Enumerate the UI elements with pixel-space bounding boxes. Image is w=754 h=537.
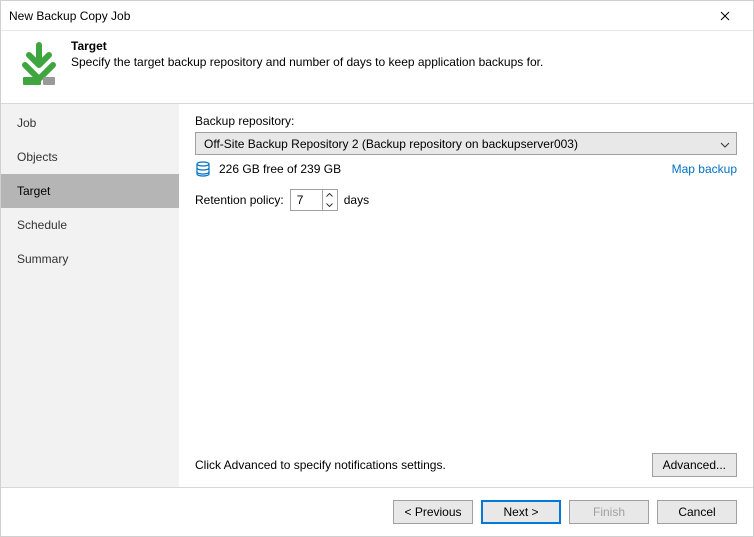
main-panel: Backup repository: Off-Site Backup Repos… <box>179 104 753 487</box>
sidebar-item-job[interactable]: Job <box>1 106 179 140</box>
chevron-up-icon <box>326 193 333 197</box>
repo-dropdown[interactable]: Off-Site Backup Repository 2 (Backup rep… <box>195 132 737 155</box>
chevron-down-icon <box>326 203 333 207</box>
content-area: Job Objects Target Schedule Summary Back… <box>1 103 753 487</box>
chevron-down-icon <box>720 137 730 151</box>
header-banner: Target Specify the target backup reposit… <box>1 31 753 103</box>
disk-stack-icon <box>195 161 211 177</box>
header-text: Target Specify the target backup reposit… <box>71 39 739 69</box>
sidebar-item-target[interactable]: Target <box>1 174 179 208</box>
sidebar-item-summary[interactable]: Summary <box>1 242 179 276</box>
close-button[interactable] <box>705 2 745 30</box>
free-space-text: 226 GB free of 239 GB <box>219 162 672 176</box>
titlebar: New Backup Copy Job <box>1 1 753 31</box>
map-backup-link[interactable]: Map backup <box>672 162 737 176</box>
spinner-up-button[interactable] <box>323 190 337 200</box>
wizard-footer: < Previous Next > Finish Cancel <box>1 487 753 536</box>
repo-label: Backup repository: <box>195 114 737 128</box>
free-space-row: 226 GB free of 239 GB Map backup <box>195 161 737 177</box>
sidebar-item-schedule[interactable]: Schedule <box>1 208 179 242</box>
advanced-button[interactable]: Advanced... <box>652 453 737 477</box>
advanced-row: Click Advanced to specify notifications … <box>195 445 737 477</box>
retention-unit: days <box>344 193 369 207</box>
target-header-icon <box>15 41 63 89</box>
spinner-down-button[interactable] <box>323 200 337 210</box>
previous-button[interactable]: < Previous <box>393 500 473 524</box>
retention-row: Retention policy: 7 days <box>195 189 737 211</box>
wizard-sidebar: Job Objects Target Schedule Summary <box>1 104 179 487</box>
advanced-hint: Click Advanced to specify notifications … <box>195 458 652 472</box>
finish-button: Finish <box>569 500 649 524</box>
retention-spinner[interactable]: 7 <box>290 189 338 211</box>
window-title: New Backup Copy Job <box>9 9 705 23</box>
header-title: Target <box>71 39 739 53</box>
cancel-button[interactable]: Cancel <box>657 500 737 524</box>
wizard-window: New Backup Copy Job Target Specify the t… <box>0 0 754 537</box>
header-description: Specify the target backup repository and… <box>71 55 739 69</box>
next-button[interactable]: Next > <box>481 500 561 524</box>
retention-label: Retention policy: <box>195 193 284 207</box>
spinner-buttons <box>322 190 337 210</box>
retention-value: 7 <box>291 193 322 207</box>
repo-selected-value: Off-Site Backup Repository 2 (Backup rep… <box>204 137 578 151</box>
close-icon <box>720 11 730 21</box>
sidebar-item-objects[interactable]: Objects <box>1 140 179 174</box>
